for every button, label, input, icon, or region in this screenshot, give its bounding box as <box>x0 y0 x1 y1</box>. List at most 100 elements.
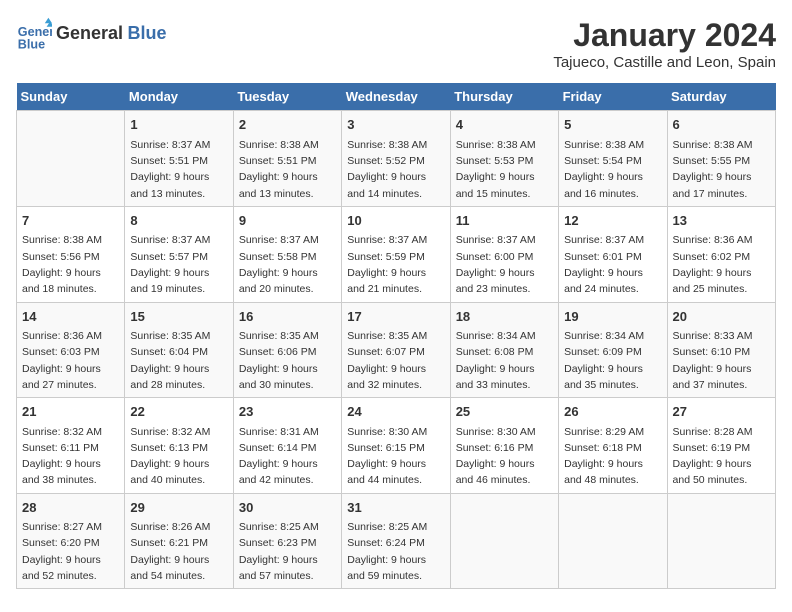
calendar-cell: 8Sunrise: 8:37 AMSunset: 5:57 PMDaylight… <box>125 206 233 302</box>
svg-text:Blue: Blue <box>18 37 45 51</box>
cell-content: Sunrise: 8:38 AMSunset: 5:51 PMDaylight:… <box>239 137 336 202</box>
calendar-cell: 31Sunrise: 8:25 AMSunset: 6:24 PMDayligh… <box>342 493 450 589</box>
cell-content: Sunrise: 8:26 AMSunset: 6:21 PMDaylight:… <box>130 519 227 584</box>
calendar-cell: 4Sunrise: 8:38 AMSunset: 5:53 PMDaylight… <box>450 111 558 207</box>
day-number: 26 <box>564 402 661 422</box>
cell-content: Sunrise: 8:37 AMSunset: 6:00 PMDaylight:… <box>456 232 553 297</box>
logo-text-line1: General <box>56 23 123 43</box>
calendar-cell <box>17 111 125 207</box>
calendar-cell: 21Sunrise: 8:32 AMSunset: 6:11 PMDayligh… <box>17 398 125 494</box>
cell-content: Sunrise: 8:38 AMSunset: 5:54 PMDaylight:… <box>564 137 661 202</box>
calendar-table: SundayMondayTuesdayWednesdayThursdayFrid… <box>16 83 776 589</box>
day-number: 12 <box>564 211 661 231</box>
cell-content: Sunrise: 8:35 AMSunset: 6:07 PMDaylight:… <box>347 328 444 393</box>
calendar-cell: 3Sunrise: 8:38 AMSunset: 5:52 PMDaylight… <box>342 111 450 207</box>
cell-content: Sunrise: 8:37 AMSunset: 5:57 PMDaylight:… <box>130 232 227 297</box>
calendar-cell: 7Sunrise: 8:38 AMSunset: 5:56 PMDaylight… <box>17 206 125 302</box>
calendar-cell: 17Sunrise: 8:35 AMSunset: 6:07 PMDayligh… <box>342 302 450 398</box>
calendar-cell: 22Sunrise: 8:32 AMSunset: 6:13 PMDayligh… <box>125 398 233 494</box>
day-number: 21 <box>22 402 119 422</box>
cell-content: Sunrise: 8:38 AMSunset: 5:53 PMDaylight:… <box>456 137 553 202</box>
day-number: 15 <box>130 307 227 327</box>
cell-content: Sunrise: 8:30 AMSunset: 6:15 PMDaylight:… <box>347 424 444 489</box>
calendar-cell: 13Sunrise: 8:36 AMSunset: 6:02 PMDayligh… <box>667 206 775 302</box>
logo-icon: General Blue <box>16 16 52 52</box>
calendar-cell: 10Sunrise: 8:37 AMSunset: 5:59 PMDayligh… <box>342 206 450 302</box>
page-title: January 2024 <box>553 16 776 54</box>
calendar-cell: 15Sunrise: 8:35 AMSunset: 6:04 PMDayligh… <box>125 302 233 398</box>
day-number: 8 <box>130 211 227 231</box>
calendar-cell: 19Sunrise: 8:34 AMSunset: 6:09 PMDayligh… <box>559 302 667 398</box>
column-header-monday: Monday <box>125 83 233 111</box>
cell-content: Sunrise: 8:35 AMSunset: 6:06 PMDaylight:… <box>239 328 336 393</box>
day-number: 11 <box>456 211 553 231</box>
calendar-cell: 12Sunrise: 8:37 AMSunset: 6:01 PMDayligh… <box>559 206 667 302</box>
day-number: 28 <box>22 498 119 518</box>
header: General Blue General Blue January 2024 T… <box>16 16 776 71</box>
day-number: 18 <box>456 307 553 327</box>
day-number: 14 <box>22 307 119 327</box>
column-header-thursday: Thursday <box>450 83 558 111</box>
day-number: 23 <box>239 402 336 422</box>
cell-content: Sunrise: 8:37 AMSunset: 5:51 PMDaylight:… <box>130 137 227 202</box>
cell-content: Sunrise: 8:27 AMSunset: 6:20 PMDaylight:… <box>22 519 119 584</box>
calendar-cell: 1Sunrise: 8:37 AMSunset: 5:51 PMDaylight… <box>125 111 233 207</box>
logo: General Blue General Blue <box>16 16 167 52</box>
day-number: 2 <box>239 115 336 135</box>
calendar-week-1: 1Sunrise: 8:37 AMSunset: 5:51 PMDaylight… <box>17 111 776 207</box>
calendar-cell: 29Sunrise: 8:26 AMSunset: 6:21 PMDayligh… <box>125 493 233 589</box>
cell-content: Sunrise: 8:38 AMSunset: 5:56 PMDaylight:… <box>22 232 119 297</box>
cell-content: Sunrise: 8:29 AMSunset: 6:18 PMDaylight:… <box>564 424 661 489</box>
day-number: 1 <box>130 115 227 135</box>
cell-content: Sunrise: 8:25 AMSunset: 6:24 PMDaylight:… <box>347 519 444 584</box>
day-number: 19 <box>564 307 661 327</box>
calendar-cell: 23Sunrise: 8:31 AMSunset: 6:14 PMDayligh… <box>233 398 341 494</box>
calendar-cell: 16Sunrise: 8:35 AMSunset: 6:06 PMDayligh… <box>233 302 341 398</box>
cell-content: Sunrise: 8:35 AMSunset: 6:04 PMDaylight:… <box>130 328 227 393</box>
day-number: 17 <box>347 307 444 327</box>
calendar-cell <box>450 493 558 589</box>
logo-text-line2: Blue <box>128 23 167 43</box>
calendar-cell: 14Sunrise: 8:36 AMSunset: 6:03 PMDayligh… <box>17 302 125 398</box>
day-number: 20 <box>673 307 770 327</box>
calendar-header-row: SundayMondayTuesdayWednesdayThursdayFrid… <box>17 83 776 111</box>
cell-content: Sunrise: 8:32 AMSunset: 6:13 PMDaylight:… <box>130 424 227 489</box>
calendar-cell: 5Sunrise: 8:38 AMSunset: 5:54 PMDaylight… <box>559 111 667 207</box>
day-number: 31 <box>347 498 444 518</box>
title-area: January 2024 Tajueco, Castille and Leon,… <box>553 16 776 71</box>
cell-content: Sunrise: 8:34 AMSunset: 6:09 PMDaylight:… <box>564 328 661 393</box>
cell-content: Sunrise: 8:25 AMSunset: 6:23 PMDaylight:… <box>239 519 336 584</box>
calendar-cell: 20Sunrise: 8:33 AMSunset: 6:10 PMDayligh… <box>667 302 775 398</box>
day-number: 25 <box>456 402 553 422</box>
day-number: 13 <box>673 211 770 231</box>
column-header-friday: Friday <box>559 83 667 111</box>
day-number: 9 <box>239 211 336 231</box>
calendar-cell: 18Sunrise: 8:34 AMSunset: 6:08 PMDayligh… <box>450 302 558 398</box>
cell-content: Sunrise: 8:36 AMSunset: 6:02 PMDaylight:… <box>673 232 770 297</box>
cell-content: Sunrise: 8:33 AMSunset: 6:10 PMDaylight:… <box>673 328 770 393</box>
cell-content: Sunrise: 8:30 AMSunset: 6:16 PMDaylight:… <box>456 424 553 489</box>
calendar-cell: 2Sunrise: 8:38 AMSunset: 5:51 PMDaylight… <box>233 111 341 207</box>
page-subtitle: Tajueco, Castille and Leon, Spain <box>553 54 776 71</box>
cell-content: Sunrise: 8:37 AMSunset: 6:01 PMDaylight:… <box>564 232 661 297</box>
calendar-cell <box>559 493 667 589</box>
day-number: 29 <box>130 498 227 518</box>
day-number: 6 <box>673 115 770 135</box>
day-number: 5 <box>564 115 661 135</box>
calendar-cell: 11Sunrise: 8:37 AMSunset: 6:00 PMDayligh… <box>450 206 558 302</box>
cell-content: Sunrise: 8:32 AMSunset: 6:11 PMDaylight:… <box>22 424 119 489</box>
day-number: 16 <box>239 307 336 327</box>
calendar-cell: 24Sunrise: 8:30 AMSunset: 6:15 PMDayligh… <box>342 398 450 494</box>
column-header-sunday: Sunday <box>17 83 125 111</box>
day-number: 4 <box>456 115 553 135</box>
day-number: 30 <box>239 498 336 518</box>
calendar-cell: 27Sunrise: 8:28 AMSunset: 6:19 PMDayligh… <box>667 398 775 494</box>
cell-content: Sunrise: 8:34 AMSunset: 6:08 PMDaylight:… <box>456 328 553 393</box>
calendar-cell <box>667 493 775 589</box>
day-number: 7 <box>22 211 119 231</box>
day-number: 22 <box>130 402 227 422</box>
day-number: 3 <box>347 115 444 135</box>
column-header-tuesday: Tuesday <box>233 83 341 111</box>
calendar-cell: 25Sunrise: 8:30 AMSunset: 6:16 PMDayligh… <box>450 398 558 494</box>
calendar-cell: 30Sunrise: 8:25 AMSunset: 6:23 PMDayligh… <box>233 493 341 589</box>
